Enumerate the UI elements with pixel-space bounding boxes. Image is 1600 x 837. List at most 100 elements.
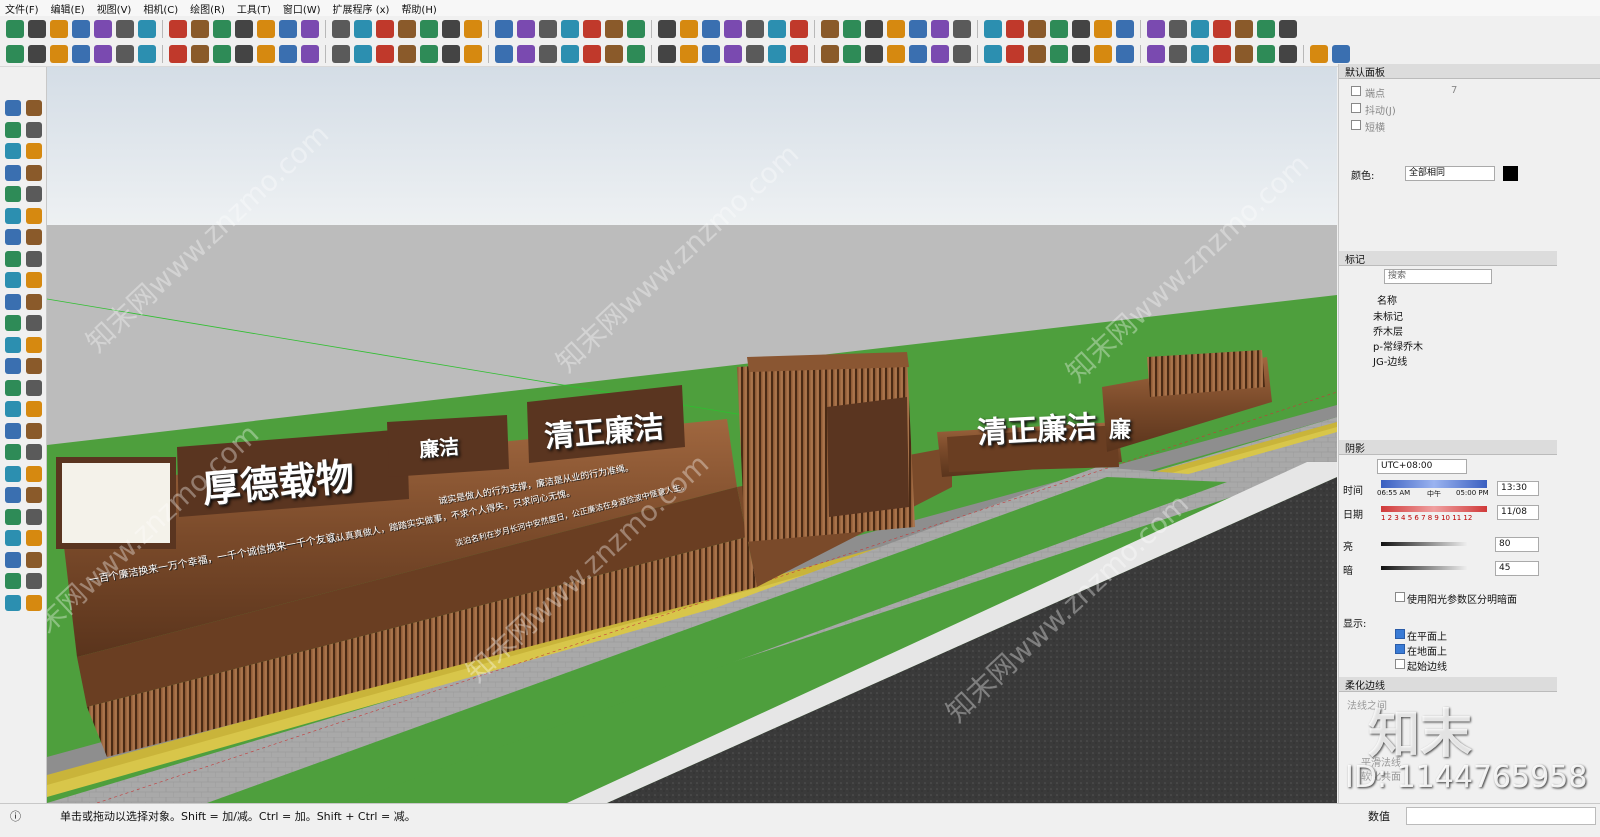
toolbar-tool-icon[interactable] (887, 44, 905, 63)
dark-input[interactable]: 45 (1495, 561, 1539, 576)
tool-palette-icon[interactable] (26, 401, 42, 417)
tool-palette-icon[interactable] (26, 358, 42, 374)
toolbar-tool-icon[interactable] (138, 44, 156, 63)
tool-palette-icon[interactable] (26, 508, 42, 525)
toolbar-tool-icon[interactable] (790, 19, 808, 38)
toolbar-tool-icon[interactable] (420, 19, 438, 38)
toolbar-tool-icon[interactable] (561, 44, 579, 63)
toolbar-tool-icon[interactable] (1235, 19, 1253, 38)
toolbar-tool-icon[interactable] (627, 19, 645, 38)
toolbar-tool-icon[interactable] (235, 19, 253, 38)
toolbar-tool-icon[interactable] (116, 19, 134, 38)
menu-camera[interactable]: 相机(C) (143, 1, 178, 16)
sun-shading-checkbox[interactable] (1395, 592, 1405, 602)
tool-palette-icon[interactable] (5, 336, 21, 353)
menu-draw[interactable]: 绘图(R) (190, 1, 225, 16)
toolbar-tool-icon[interactable] (94, 19, 112, 38)
tool-palette-icon[interactable] (26, 100, 42, 116)
tool-palette-icon[interactable] (5, 229, 21, 245)
toolbar-tool-icon[interactable] (1279, 19, 1297, 38)
toolbar-tool-icon[interactable] (442, 44, 460, 63)
tags-search-input[interactable]: 搜索 (1384, 269, 1492, 284)
toolbar-tool-icon[interactable] (28, 19, 46, 38)
toolbar-tool-icon[interactable] (116, 44, 134, 63)
toolbar-tool-icon[interactable] (658, 44, 676, 63)
toolbar-tool-icon[interactable] (464, 19, 482, 38)
toolbar-tool-icon[interactable] (865, 19, 883, 38)
style-item-checkbox-2[interactable] (1351, 103, 1361, 113)
toolbar-tool-icon[interactable] (1213, 44, 1231, 63)
toolbar-tool-icon[interactable] (94, 44, 112, 63)
toolbar-tool-icon[interactable] (1006, 19, 1024, 38)
tool-palette-icon[interactable] (5, 207, 21, 224)
toolbar-tool-icon[interactable] (72, 44, 90, 63)
color-dropdown[interactable]: 全部相同 (1405, 166, 1495, 181)
menu-view[interactable]: 视图(V) (97, 1, 132, 16)
toolbar-tool-icon[interactable] (724, 44, 742, 63)
toolbar-tool-icon[interactable] (843, 19, 861, 38)
toolbar-tool-icon[interactable] (28, 44, 46, 63)
toolbar-tool-icon[interactable] (680, 19, 698, 38)
tool-palette-icon[interactable] (26, 379, 42, 396)
tool-palette-icon[interactable] (5, 250, 21, 267)
toolbar-tool-icon[interactable] (1257, 44, 1275, 63)
light-input[interactable]: 80 (1495, 537, 1539, 552)
toolbar-tool-icon[interactable] (702, 44, 720, 63)
toolbar-tool-icon[interactable] (1147, 44, 1165, 63)
tool-palette-icon[interactable] (26, 487, 42, 503)
toolbar-tool-icon[interactable] (235, 44, 253, 63)
toolbar-tool-icon[interactable] (213, 44, 231, 63)
toolbar-tool-icon[interactable] (865, 44, 883, 63)
toolbar-tool-icon[interactable] (583, 44, 601, 63)
toolbar-tool-icon[interactable] (1169, 44, 1187, 63)
toolbar-tool-icon[interactable] (398, 44, 416, 63)
menu-edit[interactable]: 编辑(E) (51, 1, 85, 16)
toolbar-tool-icon[interactable] (376, 44, 394, 63)
toolbar-tool-icon[interactable] (495, 44, 513, 63)
tool-palette-icon[interactable] (5, 594, 21, 611)
tool-palette-icon[interactable] (26, 444, 42, 460)
toolbar-tool-icon[interactable] (658, 19, 676, 38)
toolbar-tool-icon[interactable] (821, 44, 839, 63)
toolbar-tool-icon[interactable] (301, 44, 319, 63)
toolbar-tool-icon[interactable] (1116, 44, 1134, 63)
menu-extensions[interactable]: 扩展程序 (x) (333, 1, 390, 16)
toolbar-tool-icon[interactable] (1213, 19, 1231, 38)
timezone-dropdown[interactable]: UTC+08:00 (1377, 459, 1467, 474)
default-panel-header[interactable]: 默认面板 (1339, 64, 1600, 79)
toolbar-tool-icon[interactable] (138, 19, 156, 38)
dark-slider[interactable] (1381, 566, 1467, 570)
toolbar-tool-icon[interactable] (931, 19, 949, 38)
toolbar-tool-icon[interactable] (1257, 19, 1275, 38)
toolbar-tool-icon[interactable] (953, 19, 971, 38)
toolbar-tool-icon[interactable] (169, 44, 187, 63)
tool-palette-icon[interactable] (5, 530, 21, 546)
tool-palette-icon[interactable] (26, 229, 42, 245)
toolbar-tool-icon[interactable] (72, 19, 90, 38)
toolbar-tool-icon[interactable] (279, 44, 297, 63)
tool-palette-icon[interactable] (5, 444, 21, 460)
display-checkbox-faces[interactable] (1395, 629, 1405, 639)
toolbar-tool-icon[interactable] (420, 44, 438, 63)
tool-palette-icon[interactable] (5, 551, 21, 568)
tool-palette-icon[interactable] (26, 573, 42, 589)
toolbar-tool-icon[interactable] (50, 44, 68, 63)
toolbar-tool-icon[interactable] (257, 19, 275, 38)
tool-palette-icon[interactable] (26, 186, 42, 202)
toolbar-tool-icon[interactable] (6, 19, 24, 38)
toolbar-tool-icon[interactable] (724, 19, 742, 38)
tag-row-2[interactable]: 乔木层 (1373, 323, 1403, 338)
toolbar-tool-icon[interactable] (605, 19, 623, 38)
tool-palette-icon[interactable] (5, 573, 21, 589)
tool-palette-icon[interactable] (26, 121, 42, 138)
toolbar-tool-icon[interactable] (191, 19, 209, 38)
toolbar-tool-icon[interactable] (768, 19, 786, 38)
tool-palette-icon[interactable] (5, 164, 21, 181)
toolbar-tool-icon[interactable] (1235, 44, 1253, 63)
toolbar-tool-icon[interactable] (843, 44, 861, 63)
toolbar-tool-icon[interactable] (539, 44, 557, 63)
tool-palette-icon[interactable] (26, 272, 42, 288)
tool-palette-icon[interactable] (5, 422, 21, 439)
toolbar-tool-icon[interactable] (561, 19, 579, 38)
tool-palette-icon[interactable] (26, 293, 42, 310)
